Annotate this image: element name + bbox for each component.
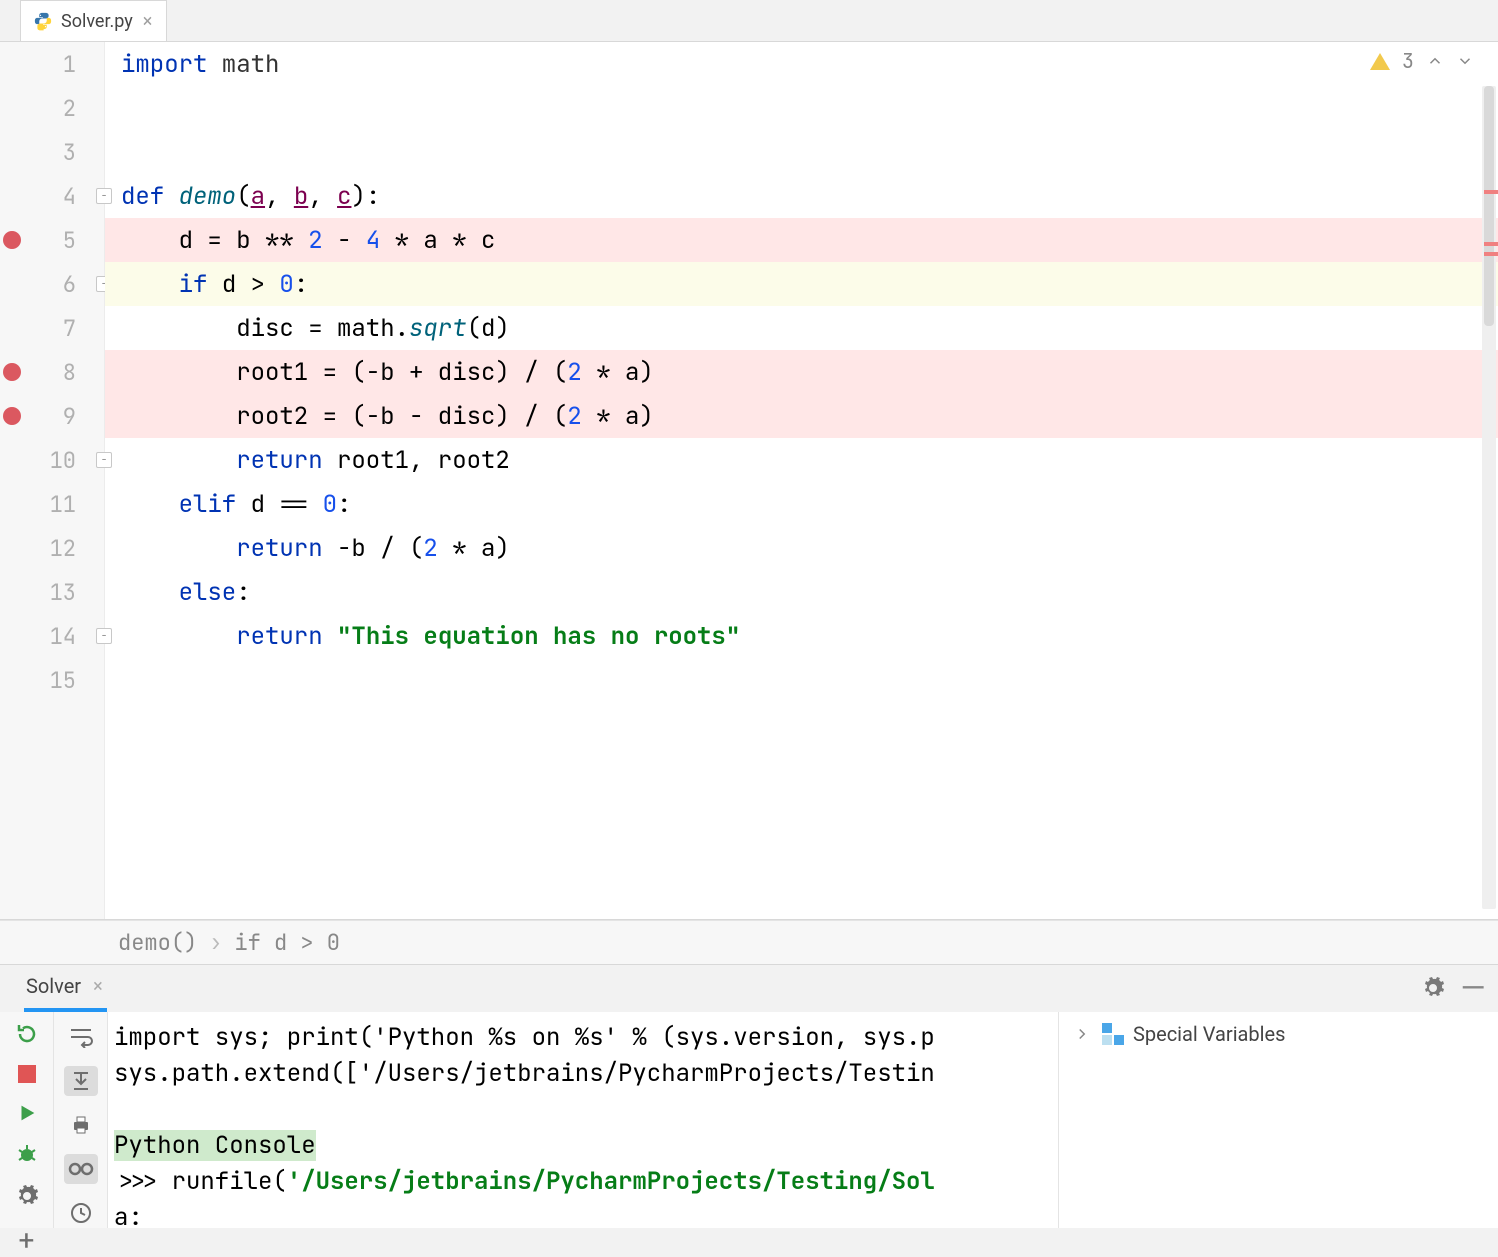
variables-group-icon [1101,1023,1123,1045]
line-number: 8 [24,358,80,387]
code-token: math [207,49,279,80]
next-highlight-icon[interactable] [1456,52,1474,70]
console-line: a: [114,1200,1052,1229]
run-toolbar-left-2 [54,1012,108,1229]
rerun-icon[interactable] [10,1022,44,1046]
warning-count: 3 [1402,48,1414,74]
show-variables-icon[interactable] [64,1154,98,1184]
line-number: 7 [24,314,80,343]
inspection-widget[interactable]: 3 [1370,48,1474,74]
console-line: sys.path.extend(['/Users/jetbrains/Pycha… [114,1056,1052,1092]
console-output[interactable]: import sys; print('Python %s on %s' % (s… [108,1012,1058,1229]
line-number: 6 [24,270,80,299]
line-number: 13 [24,578,80,607]
code-token: def [121,181,164,212]
stop-icon[interactable] [10,1064,44,1084]
breadcrumb[interactable]: demo() › if d > 0 [0,920,1498,964]
line-number: 15 [24,666,80,695]
add-icon[interactable]: + [10,1226,44,1256]
variables-special[interactable]: Special Variables [1073,1022,1484,1046]
warning-icon [1370,53,1390,70]
crumb-demo[interactable]: demo() [118,928,197,957]
line-number: 2 [24,94,80,123]
breakpoint-icon[interactable] [3,363,21,381]
error-stripe[interactable] [1484,252,1498,256]
editor-tab-bar: Solver.py × [0,0,1498,42]
print-icon[interactable] [64,1110,98,1140]
code-token: import [121,49,207,80]
line-number: 14 [24,622,80,651]
settings-icon[interactable] [10,1184,44,1208]
resume-icon[interactable] [10,1102,44,1124]
gear-icon[interactable] [1420,975,1446,1001]
line-number: 5 [24,226,80,255]
scrollbar[interactable] [1482,86,1496,909]
editor-gutter[interactable]: 1 2 3 4− 5 6− 7 8 9 10− 11 12 13 14− 15 [0,42,105,919]
line-number: 12 [24,534,80,563]
history-icon[interactable] [64,1198,98,1228]
run-tab-label: Solver [26,974,81,998]
hide-panel-icon[interactable]: — [1460,975,1486,1001]
scrollbar-thumb[interactable] [1484,86,1494,326]
line-number: 9 [24,402,80,431]
code-editor[interactable]: 1 2 3 4− 5 6− 7 8 9 10− 11 12 13 14− 15 … [0,42,1498,920]
line-number: 4 [24,182,80,211]
close-tab-icon[interactable]: × [141,11,155,32]
console-line: import sys; print('Python %s on %s' % (s… [114,1020,1052,1056]
prev-highlight-icon[interactable] [1426,52,1444,70]
code-area[interactable]: 3 import math def demo(a, b, c): d = b *… [105,42,1498,919]
console-line: Python Console [114,1130,316,1161]
file-tab-solver[interactable]: Solver.py × [20,0,167,41]
soft-wrap-icon[interactable] [64,1022,98,1052]
line-number: 3 [24,138,80,167]
breakpoint-icon[interactable] [3,407,21,425]
line-number: 10 [24,446,80,475]
python-file-icon [33,11,53,31]
file-tab-label: Solver.py [61,11,133,32]
breakpoint-icon[interactable] [3,231,21,249]
debug-icon[interactable] [10,1142,44,1166]
error-stripe[interactable] [1484,242,1498,246]
run-console: + import sys; print('Python %s on %s' % … [0,1012,1498,1229]
run-tab-solver[interactable]: Solver × [24,965,107,1012]
crumb-if[interactable]: if d > 0 [234,928,340,957]
line-number: 1 [24,50,80,79]
code-token: demo [179,181,237,212]
variables-label: Special Variables [1133,1022,1285,1046]
close-run-tab-icon[interactable]: × [91,976,105,997]
variables-panel[interactable]: Special Variables [1058,1012,1498,1229]
scroll-to-end-icon[interactable] [64,1066,98,1096]
chevron-right-icon [1073,1025,1091,1043]
line-number: 11 [24,490,80,519]
run-tool-tabbar: Solver × — [0,964,1498,1012]
chevron-right-icon: › [209,928,222,957]
run-toolbar-left: + [0,1012,54,1229]
error-stripe[interactable] [1484,190,1498,194]
